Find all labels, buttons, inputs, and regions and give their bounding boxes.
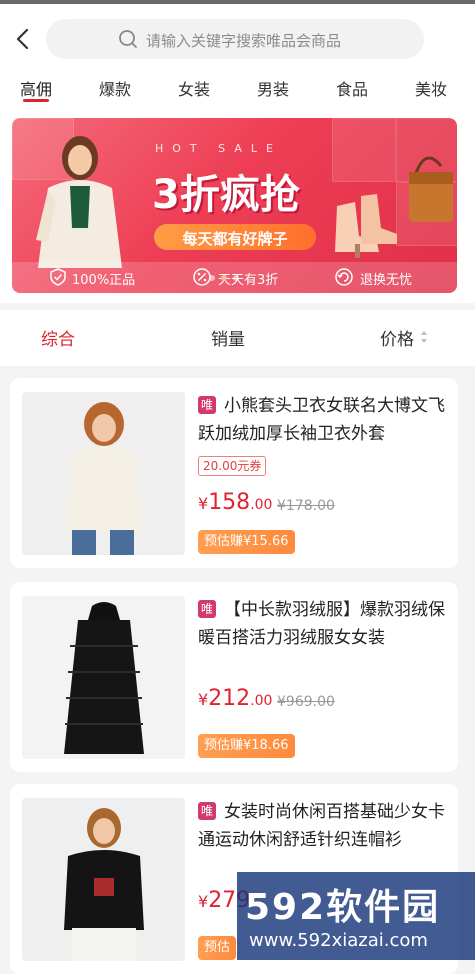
product-card[interactable]: 唯 【中长款羽绒服】爆款羽绒保暖百搭活力羽绒服女女装 ¥212.00 ¥969.…	[10, 582, 458, 772]
estimated-earnings: 预估赚¥18.66	[198, 734, 295, 758]
estimated-earnings: 预估赚¥15.66	[198, 530, 295, 554]
promo-banner[interactable]: HOT SALE 3折疯抢 每天都有好牌子 100%正品 天天有3折 退换无忧	[12, 118, 457, 293]
carousel-dots	[209, 266, 245, 285]
sort-sales[interactable]: 销量	[211, 325, 245, 350]
price-integer: 212	[208, 686, 251, 711]
model-image	[36, 136, 122, 268]
tab-food[interactable]: 食品	[336, 76, 368, 100]
active-tab-indicator	[23, 99, 49, 102]
sort-bar: 综合 销量 价格	[0, 310, 475, 366]
sort-price[interactable]: 价格	[380, 325, 414, 350]
sort-comprehensive[interactable]: 综合	[41, 325, 75, 350]
coupon-badge: 20.00元券	[198, 456, 267, 476]
price-integer: 158	[208, 490, 251, 515]
back-button[interactable]	[10, 24, 38, 54]
banner-headline: 3折疯抢	[152, 172, 300, 218]
watermark-brand: 592软件园	[245, 887, 441, 928]
tab-hot[interactable]: 爆款	[99, 76, 131, 100]
estimated-earnings: 预估	[198, 936, 237, 960]
currency-symbol: ¥	[198, 494, 209, 513]
return-icon	[335, 268, 353, 286]
watermark-url: www.592xiazai.com	[249, 930, 428, 951]
original-price: ¥178.00	[277, 498, 335, 514]
sort-arrows-icon	[421, 331, 427, 343]
carousel-dot	[209, 275, 215, 281]
product-title[interactable]: 小熊套头卫衣女联名大博文飞跃加绒加厚长袖卫衣外套	[198, 392, 448, 448]
banner-pill: 每天都有好牌子	[154, 224, 316, 250]
product-card[interactable]: 唯 小熊套头卫衣女联名大博文飞跃加绒加厚长袖卫衣外套 20.00元券 ¥158.…	[10, 378, 458, 568]
watermark: 592软件园 www.592xiazai.com	[237, 872, 475, 960]
hot-sale-label: HOT SALE	[155, 142, 282, 155]
currency-symbol: ¥	[198, 892, 209, 911]
tab-beauty[interactable]: 美妆	[415, 76, 447, 100]
product-image	[22, 596, 185, 759]
product-image	[22, 798, 185, 961]
tab-high-commission[interactable]: 高佣	[20, 76, 52, 100]
price-decimal: .00	[250, 693, 273, 709]
feature-authentic: 100%正品	[72, 273, 136, 288]
carousel-dot	[233, 275, 239, 281]
category-tabs: 高佣 爆款 女装 男装 食品 美妆	[0, 70, 475, 110]
currency-symbol: ¥	[198, 690, 209, 709]
price-decimal: .00	[250, 497, 273, 513]
tab-mens[interactable]: 男装	[257, 76, 289, 100]
carousel-dot-active	[221, 275, 227, 281]
search-placeholder: 请输入关键字搜索唯品会商品	[146, 32, 342, 50]
feature-easy-returns: 退换无忧	[360, 273, 413, 288]
header: 请输入关键字搜索唯品会商品	[0, 4, 475, 70]
product-title[interactable]: 女装时尚休闲百搭基础少女卡通运动休闲舒适针织连帽衫	[198, 798, 448, 854]
shoes-bag-image	[335, 156, 453, 258]
search-input[interactable]: 请输入关键字搜索唯品会商品	[46, 19, 424, 59]
tab-womens[interactable]: 女装	[178, 76, 210, 100]
product-title[interactable]: 【中长款羽绒服】爆款羽绒保暖百搭活力羽绒服女女装	[198, 596, 448, 652]
search-icon	[119, 30, 137, 48]
shield-icon	[50, 268, 66, 286]
banner-area: HOT SALE 3折疯抢 每天都有好牌子 100%正品 天天有3折 退换无忧	[0, 110, 475, 303]
product-image	[22, 392, 185, 555]
original-price: ¥969.00	[277, 694, 335, 710]
product-price: ¥158.00	[198, 490, 272, 515]
banner-pill-text: 每天都有好牌子	[182, 230, 288, 248]
chevron-left-icon	[16, 28, 29, 50]
product-price: ¥212.00	[198, 686, 272, 711]
